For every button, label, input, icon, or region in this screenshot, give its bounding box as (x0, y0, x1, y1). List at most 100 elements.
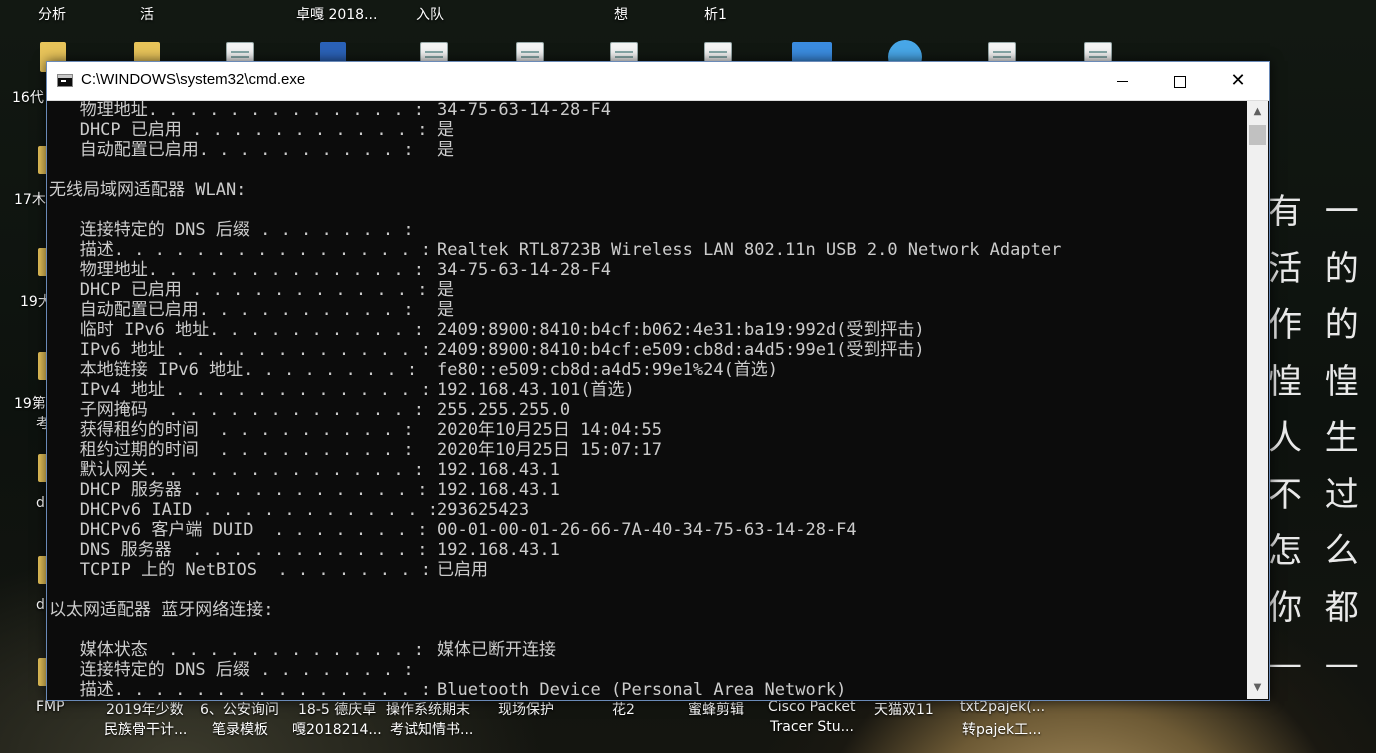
maximize-button[interactable] (1151, 62, 1209, 100)
title-bar[interactable]: C:\WINDOWS\system32\cmd.exe ✕ (47, 62, 1269, 101)
desktop-icon-label[interactable]: 6、公安询问 (200, 699, 279, 719)
wallpaper-line: 人 生 就 (1268, 418, 1376, 458)
console-line-value: 192.168.43.101(首选) (437, 380, 635, 400)
console-line: 临时 IPv6 地址. . . . . . . . . . : 2409:890… (49, 320, 1061, 340)
console-line: 物理地址. . . . . . . . . . . . . : 34-75-63… (49, 260, 1061, 280)
console-line-value: 媒体已断开连接 (437, 640, 556, 660)
wallpaper-text: 有 一 段 活 的 作 的 惶 惶 不 人 生 就 不 过 怎 么 你 都 不 … (1268, 184, 1376, 693)
cmd-icon (57, 74, 73, 87)
scrollbar-thumb[interactable] (1249, 125, 1266, 145)
cmd-window[interactable]: C:\WINDOWS\system32\cmd.exe ✕ 物理地址. . . … (46, 61, 1270, 701)
console-line-label: DHCPv6 IAID . . . . . . . . . . . : (49, 500, 449, 520)
console-line: 连接特定的 DNS 后缀 . . . . . . . : (49, 220, 1061, 240)
desktop-icon-label[interactable]: 嘎2018214... (292, 719, 382, 739)
console-line: 媒体状态 . . . . . . . . . . . . : 媒体已断开连接 (49, 640, 1061, 660)
desktop-icon-label[interactable]: 转pajek工... (962, 719, 1041, 739)
desktop-icon-label[interactable]: 19第 (14, 393, 46, 413)
console-line: 自动配置已启用. . . . . . . . . . : 是 (49, 140, 1061, 160)
desktop-icon-label[interactable]: d (36, 597, 45, 613)
desktop-icon-label[interactable]: 现场保护 (498, 699, 554, 719)
desktop-icon-label[interactable]: 民族骨干计... (104, 719, 187, 739)
console-line: 连接特定的 DNS 后缀 . . . . . . . : (49, 660, 1061, 680)
desktop-icon-label[interactable]: 笔录模板 (212, 719, 268, 739)
desktop-icon-label[interactable]: 17木 (14, 189, 46, 209)
console-line: DHCP 已启用 . . . . . . . . . . . : 是 (49, 120, 1061, 140)
console-line-value: 2409:8900:8410:b4cf:e509:cb8d:a4d5:99e1(… (437, 340, 925, 360)
desktop-icon-label[interactable]: d (36, 495, 45, 511)
wallpaper-line: 作 的 (1268, 305, 1365, 345)
console-line-label: 子网掩码 . . . . . . . . . . . . : (49, 400, 435, 420)
chevron-down-icon[interactable]: ▼ (1247, 677, 1268, 699)
desktop-icon-label[interactable]: FMP (36, 699, 65, 715)
desktop-icon-label[interactable]: txt2pajek(... (960, 699, 1045, 715)
console-line-label: 无线局域网适配器 WLAN: (49, 180, 247, 200)
console-line-value: fe80::e509:cb8d:a4d5:99e1%24(首选) (437, 360, 779, 380)
console-line: 获得租约的时间 . . . . . . . . . : 2020年10月25日 … (49, 420, 1061, 440)
wallpaper-line: 不 过 (1268, 474, 1365, 515)
desktop-icon-label[interactable]: 花2 (612, 699, 635, 719)
console-line: 无线局域网适配器 WLAN: (49, 180, 1061, 200)
wallpaper-line: 怎 么 (1268, 531, 1365, 571)
console-line: 以太网适配器 蓝牙网络连接: (49, 600, 1061, 620)
console-line-value: 是 (437, 140, 454, 160)
console-line: 默认网关. . . . . . . . . . . . . : 192.168.… (49, 460, 1061, 480)
wallpaper-line: 你 都 不 (1268, 587, 1376, 628)
console-line-label: 描述. . . . . . . . . . . . . . . : (49, 240, 442, 260)
desktop-icon-label[interactable]: 18-5 德庆卓 (298, 699, 376, 719)
minimize-button[interactable] (1093, 62, 1151, 100)
console-line: DHCP 已启用 . . . . . . . . . . . : 是 (49, 280, 1061, 300)
console-line-value: Bluetooth Device (Personal Area Network) (437, 680, 847, 699)
console-line: 描述. . . . . . . . . . . . . . . : Blueto… (49, 680, 1061, 699)
console-line: DNS 服务器 . . . . . . . . . . . : 192.168.… (49, 540, 1061, 560)
desktop-icon-label[interactable]: 蜜蜂剪辑 (688, 699, 744, 719)
desktop-icon-label[interactable]: 活 (140, 4, 154, 24)
desktop-icon-label[interactable]: 分析 (38, 4, 66, 24)
desktop-icon-label[interactable]: 16代 (12, 87, 44, 107)
console-line-value: 34-75-63-14-28-F4 (437, 101, 611, 120)
console-line-label: 本地链接 IPv6 地址. . . . . . . . : (49, 360, 428, 380)
desktop-icon-label[interactable]: 卓嘎 2018... (296, 4, 377, 24)
console-line-value: 2020年10月25日 14:04:55 (437, 420, 662, 440)
console-line-label: 临时 IPv6 地址. . . . . . . . . . : (49, 320, 435, 340)
minimize-icon (1116, 81, 1128, 82)
console-line-value: 2020年10月25日 15:07:17 (437, 440, 662, 460)
desktop-icon-label[interactable]: Tracer Stu... (770, 719, 854, 735)
wallpaper-line: 惶 惶 不 (1268, 361, 1376, 402)
console-line-label: 连接特定的 DNS 后缀 . . . . . . . : (49, 220, 424, 240)
console-line-label: 默认网关. . . . . . . . . . . . . : (49, 460, 435, 480)
console-line-label: 以太网适配器 蓝牙网络连接: (49, 600, 274, 620)
console-line: 自动配置已启用. . . . . . . . . . : 是 (49, 300, 1061, 320)
desktop-icon-label[interactable]: 操作系统期末 (386, 699, 470, 719)
desktop-icon-label[interactable]: 入队 (416, 4, 444, 24)
console-line-label: IPv6 地址 . . . . . . . . . . . . : (49, 340, 442, 360)
chevron-up-icon[interactable]: ▲ (1247, 101, 1268, 123)
console-line-value: 是 (437, 300, 454, 320)
console-line: DHCP 服务器 . . . . . . . . . . . : 192.168… (49, 480, 1061, 500)
console-line-value: 255.255.255.0 (437, 400, 571, 420)
console-line-value: 293625423 (437, 500, 530, 520)
wallpaper-line: 有 一 段 (1268, 192, 1376, 232)
desktop-icon-label[interactable]: 天猫双11 (874, 699, 934, 719)
console-line-label: 媒体状态 . . . . . . . . . . . . : (49, 640, 435, 660)
console-line-value: 192.168.43.1 (437, 480, 560, 500)
vertical-scrollbar[interactable]: ▲ ▼ (1247, 101, 1268, 699)
console-line-value: 00-01-00-01-26-66-7A-40-34-75-63-14-28-F… (437, 520, 857, 540)
desktop-icon-label[interactable]: Cisco Packet (768, 699, 855, 715)
console-line: IPv6 地址 . . . . . . . . . . . . : 2409:8… (49, 340, 1061, 360)
desktop-icon-label[interactable]: 析1 (704, 4, 727, 24)
desktop-icon-label[interactable]: 想 (614, 4, 628, 24)
desktop-icon-label[interactable]: 2019年少数 (106, 699, 184, 719)
console-line-value: 是 (437, 120, 454, 140)
console-line-value: 192.168.43.1 (437, 460, 560, 480)
close-button[interactable]: ✕ (1209, 62, 1267, 100)
console-line: DHCPv6 IAID . . . . . . . . . . . : 2936… (49, 500, 1061, 520)
wallpaper-line: 活 的 (1268, 248, 1365, 289)
console-line: 子网掩码 . . . . . . . . . . . . : 255.255.2… (49, 400, 1061, 420)
console-output[interactable]: 物理地址. . . . . . . . . . . . . : 34-75-63… (47, 101, 1247, 699)
console-line-value: 已启用 (437, 560, 488, 580)
console-line: 本地链接 IPv6 地址. . . . . . . . : fe80::e509… (49, 360, 1061, 380)
window-title: C:\WINDOWS\system32\cmd.exe (81, 71, 306, 88)
console-line-value: 是 (437, 280, 454, 300)
desktop-icon-label[interactable]: 考试知情书... (390, 719, 473, 739)
